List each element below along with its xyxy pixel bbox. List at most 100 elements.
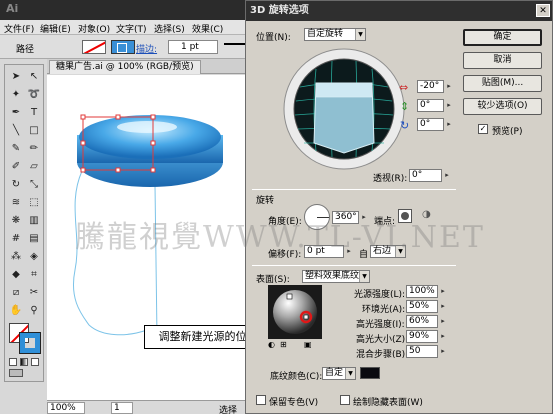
zoom-tool-icon[interactable]: ⚲ bbox=[26, 303, 42, 319]
y-rotation-arrow-icon[interactable]: ▸ bbox=[445, 99, 453, 112]
mesh-tool-icon[interactable]: # bbox=[8, 231, 24, 247]
z-rotation-arrow-icon[interactable]: ▸ bbox=[445, 118, 453, 131]
menu-edit[interactable]: 编辑(E) bbox=[40, 22, 71, 35]
selection-handle[interactable] bbox=[115, 114, 121, 120]
ok-button[interactable]: 确定 bbox=[463, 29, 542, 46]
shading-color-select[interactable]: 自定 ▼ bbox=[322, 367, 356, 380]
pencil-icon[interactable]: ✏ bbox=[26, 141, 42, 157]
surface-select[interactable]: 塑料效果底纹 ▼ bbox=[302, 270, 370, 283]
guide-path bbox=[154, 184, 158, 338]
selection-handle[interactable] bbox=[80, 114, 86, 120]
scissors-icon[interactable]: ✂ bbox=[26, 285, 42, 301]
lasso-icon[interactable]: ➰ bbox=[26, 87, 42, 103]
light-to-back-icon[interactable]: ◐ bbox=[268, 340, 275, 349]
selection-handle[interactable] bbox=[80, 167, 86, 173]
light-intensity-arrow-icon[interactable]: ▸ bbox=[439, 285, 447, 298]
eraser-icon[interactable]: ▱ bbox=[26, 159, 42, 175]
highlight-size-label: 高光大小(Z): bbox=[356, 335, 409, 345]
rotate-tool-icon[interactable]: ↻ bbox=[8, 177, 24, 193]
highlight-size-field[interactable]: 90% bbox=[406, 330, 438, 343]
new-light-icon[interactable]: ⊞ bbox=[280, 340, 287, 349]
line-tool-icon[interactable]: ╲ bbox=[8, 123, 24, 139]
menu-file[interactable]: 文件(F) bbox=[4, 22, 34, 35]
menu-type[interactable]: 文字(T) bbox=[116, 22, 147, 35]
cancel-button[interactable]: 取消 bbox=[463, 52, 542, 69]
magic-wand-icon[interactable]: ✦ bbox=[8, 87, 24, 103]
x-rotation-field[interactable]: -20° bbox=[417, 80, 444, 93]
blob-brush-icon[interactable]: ✐ bbox=[8, 159, 24, 175]
blend-steps-field[interactable]: 50 bbox=[406, 345, 438, 358]
blend-steps-arrow-icon[interactable]: ▸ bbox=[439, 345, 447, 358]
selection-handle[interactable] bbox=[150, 167, 156, 173]
light-intensity-field[interactable]: 100% bbox=[406, 285, 438, 298]
paintbrush-icon[interactable]: ✎ bbox=[8, 141, 24, 157]
screen-mode-button[interactable] bbox=[9, 369, 41, 379]
ambient-light-field[interactable]: 50% bbox=[406, 300, 438, 313]
live-paint-icon[interactable]: ◆ bbox=[8, 267, 24, 283]
artboard-field[interactable]: 1 bbox=[111, 402, 133, 414]
preview-checkbox[interactable]: ✓ bbox=[478, 124, 488, 134]
stroke-weight-field[interactable]: 1 pt bbox=[168, 40, 218, 54]
menu-object[interactable]: 对象(O) bbox=[78, 22, 110, 35]
stroke-label[interactable]: 描边: bbox=[136, 42, 157, 55]
graph-tool-icon[interactable]: ▥ bbox=[26, 213, 42, 229]
preserve-spot-checkbox[interactable] bbox=[256, 395, 266, 405]
hand-tool-icon[interactable]: ✋ bbox=[8, 303, 24, 319]
gradient-tool-icon[interactable]: ▤ bbox=[26, 231, 42, 247]
y-rotation-field[interactable]: 0° bbox=[417, 99, 444, 112]
lighting-sphere[interactable] bbox=[268, 285, 322, 339]
eyedropper-icon[interactable]: ⁂ bbox=[8, 249, 24, 265]
surface-select-value: 塑料效果底纹 bbox=[305, 271, 360, 281]
highlight-intensity-field[interactable]: 60% bbox=[406, 315, 438, 328]
blend-tool-icon[interactable]: ◈ bbox=[26, 249, 42, 265]
position-select[interactable]: 自定旋转 ▼ bbox=[304, 28, 366, 41]
selection-type-label: 路径 bbox=[16, 45, 35, 55]
z-axis-rotate-icon: ↻ bbox=[400, 119, 410, 132]
delete-light-icon[interactable]: ▣ bbox=[304, 340, 312, 349]
toolbox: ➤ ↖ ✦ ➰ ✒ T ╲ □ ✎ ✏ ✐ ▱ ↻ ⤡ ≋ ⬚ ❋ ▥ # ▤ … bbox=[4, 64, 44, 382]
3d-rotate-dialog: 3D 旋转选项 ✕ 确定 取消 贴图(M)... 较少选项(O) ✓ 预览(P)… bbox=[245, 0, 553, 414]
x-rotation-arrow-icon[interactable]: ▸ bbox=[445, 80, 453, 93]
stroke-swatch[interactable] bbox=[111, 40, 135, 54]
menu-select[interactable]: 选择(S) bbox=[154, 22, 185, 35]
selection-handle[interactable] bbox=[150, 140, 156, 146]
direct-selection-icon[interactable]: ↖ bbox=[26, 69, 42, 85]
zoom-field[interactable]: 100% bbox=[47, 402, 85, 414]
fill-swatch[interactable] bbox=[82, 40, 106, 54]
free-transform-icon[interactable]: ⬚ bbox=[26, 195, 42, 211]
pen-tool-icon[interactable]: ✒ bbox=[8, 105, 24, 121]
ambient-light-arrow-icon[interactable]: ▸ bbox=[439, 300, 447, 313]
document-tab[interactable]: 糖果广告.ai @ 100% (RGB/预览) bbox=[49, 60, 201, 74]
perspective-arrow-icon[interactable]: ▸ bbox=[443, 169, 451, 182]
rectangle-tool-icon[interactable]: □ bbox=[26, 123, 42, 139]
z-rotation-field[interactable]: 0° bbox=[417, 118, 444, 131]
preserve-spot-label: 保留专色(V) bbox=[269, 398, 319, 408]
menu-bar: 文件(F) 编辑(E) 对象(O) 文字(T) 选择(S) 效果(C) bbox=[0, 20, 245, 35]
selection-handle[interactable] bbox=[115, 167, 121, 173]
shading-color-value: 自定 bbox=[325, 368, 344, 378]
selection-handle[interactable] bbox=[150, 114, 156, 120]
highlight-size-arrow-icon[interactable]: ▸ bbox=[439, 330, 447, 343]
perspective-field[interactable]: 0° bbox=[409, 169, 442, 182]
stroke-style-preview[interactable] bbox=[224, 43, 245, 51]
highlight-intensity-arrow-icon[interactable]: ▸ bbox=[439, 315, 447, 328]
shading-color-swatch[interactable] bbox=[360, 367, 380, 379]
scale-tool-icon[interactable]: ⤡ bbox=[26, 177, 42, 193]
fewer-options-button[interactable]: 较少选项(O) bbox=[463, 98, 542, 115]
color-mode-buttons[interactable] bbox=[9, 358, 41, 366]
selection-handle[interactable] bbox=[80, 140, 86, 146]
selection-tool-icon[interactable]: ➤ bbox=[8, 69, 24, 85]
position-select-value: 自定旋转 bbox=[307, 29, 344, 39]
close-icon[interactable]: ✕ bbox=[536, 4, 550, 17]
stroke-color-box[interactable] bbox=[19, 332, 41, 354]
map-art-button[interactable]: 贴图(M)... bbox=[463, 75, 542, 92]
slice-tool-icon[interactable]: ⧄ bbox=[8, 285, 24, 301]
type-tool-icon[interactable]: T bbox=[26, 105, 42, 121]
draw-hidden-checkbox[interactable] bbox=[340, 395, 350, 405]
warp-tool-icon[interactable]: ≋ bbox=[8, 195, 24, 211]
crop-area-icon[interactable]: ⌗ bbox=[26, 267, 42, 283]
menu-effect[interactable]: 效果(C) bbox=[192, 22, 223, 35]
rotation-track-cube[interactable] bbox=[282, 47, 406, 171]
symbol-sprayer-icon[interactable]: ❋ bbox=[8, 213, 24, 229]
y-axis-rotate-icon: ⇕ bbox=[400, 100, 410, 113]
